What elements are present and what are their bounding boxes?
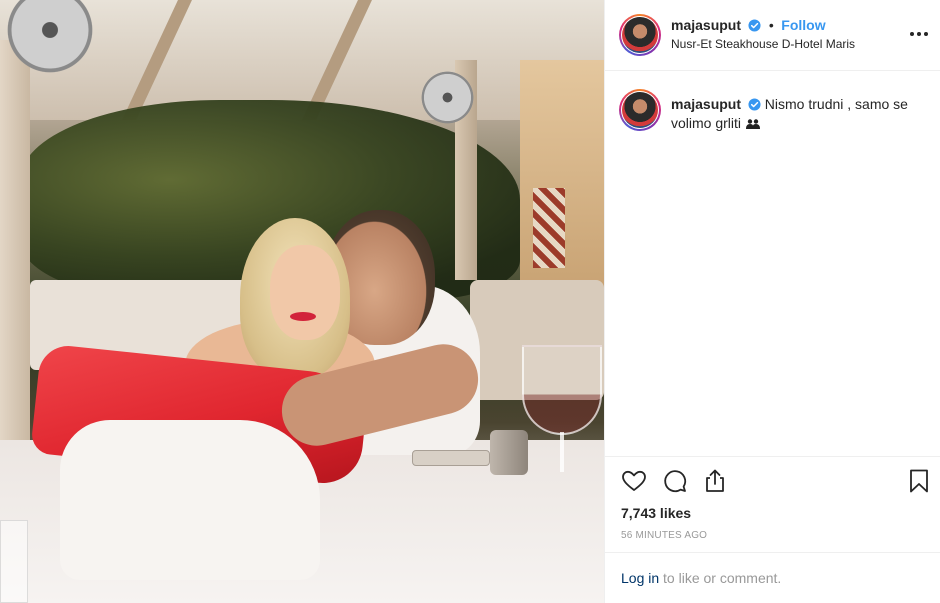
more-options-icon[interactable] <box>907 24 931 44</box>
follow-button[interactable]: Follow <box>781 17 825 33</box>
photo-woman-face <box>270 245 340 340</box>
photo-tiles <box>533 188 565 268</box>
photo-shaker <box>490 430 528 475</box>
likes-count[interactable]: 7,743 likes <box>621 505 691 521</box>
more-dot <box>924 32 928 36</box>
photo-lips <box>290 312 316 321</box>
login-prompt-rest: to like or comment. <box>659 570 782 586</box>
login-prompt-text: Log in to like or comment. <box>621 570 781 586</box>
post-photo[interactable] <box>0 0 604 603</box>
share-icon[interactable] <box>701 467 729 495</box>
verified-badge-icon <box>748 98 761 111</box>
location-link[interactable]: Nusr-Et Steakhouse D-Hotel Maris <box>671 37 855 51</box>
caption-username-link[interactable]: majasuput <box>671 96 741 112</box>
photo-fan <box>420 70 475 125</box>
bookmark-icon[interactable] <box>905 467 933 495</box>
post-header: majasuput • Follow Nusr-Et Steakhouse D-… <box>605 0 940 71</box>
photo-phone <box>412 450 490 466</box>
caption: majasuput Nismo trudni , samo se volimo … <box>671 95 921 133</box>
login-prompt: Log in to like or comment. <box>605 552 940 597</box>
avatar[interactable] <box>619 14 661 56</box>
username-link[interactable]: majasuput <box>671 17 741 33</box>
photo-glass <box>0 520 28 603</box>
caption-avatar[interactable] <box>619 89 661 131</box>
post-side-panel: majasuput • Follow Nusr-Et Steakhouse D-… <box>604 0 940 603</box>
more-dot <box>917 32 921 36</box>
caption-avatar-image <box>622 92 658 128</box>
separator-dot: • <box>768 17 774 33</box>
avatar-image <box>622 17 658 53</box>
verified-badge-icon <box>748 19 762 32</box>
heart-icon[interactable] <box>620 467 648 495</box>
comment-bubble-icon[interactable] <box>661 467 689 495</box>
photo-wine-stem <box>560 432 564 472</box>
caption-section: majasuput Nismo trudni , samo se volimo … <box>605 71 940 456</box>
couple-silhouette-emoji-icon <box>745 119 760 129</box>
photo-pants <box>60 420 320 580</box>
header-user-line: majasuput • Follow <box>671 17 826 35</box>
post-timestamp[interactable]: 56 MINUTES AGO <box>621 530 707 541</box>
photo-wine-glass <box>522 345 602 435</box>
more-dot <box>910 32 914 36</box>
post-actions: 7,743 likes 56 MINUTES AGO Log in to lik… <box>605 456 940 596</box>
login-link[interactable]: Log in <box>621 570 659 586</box>
